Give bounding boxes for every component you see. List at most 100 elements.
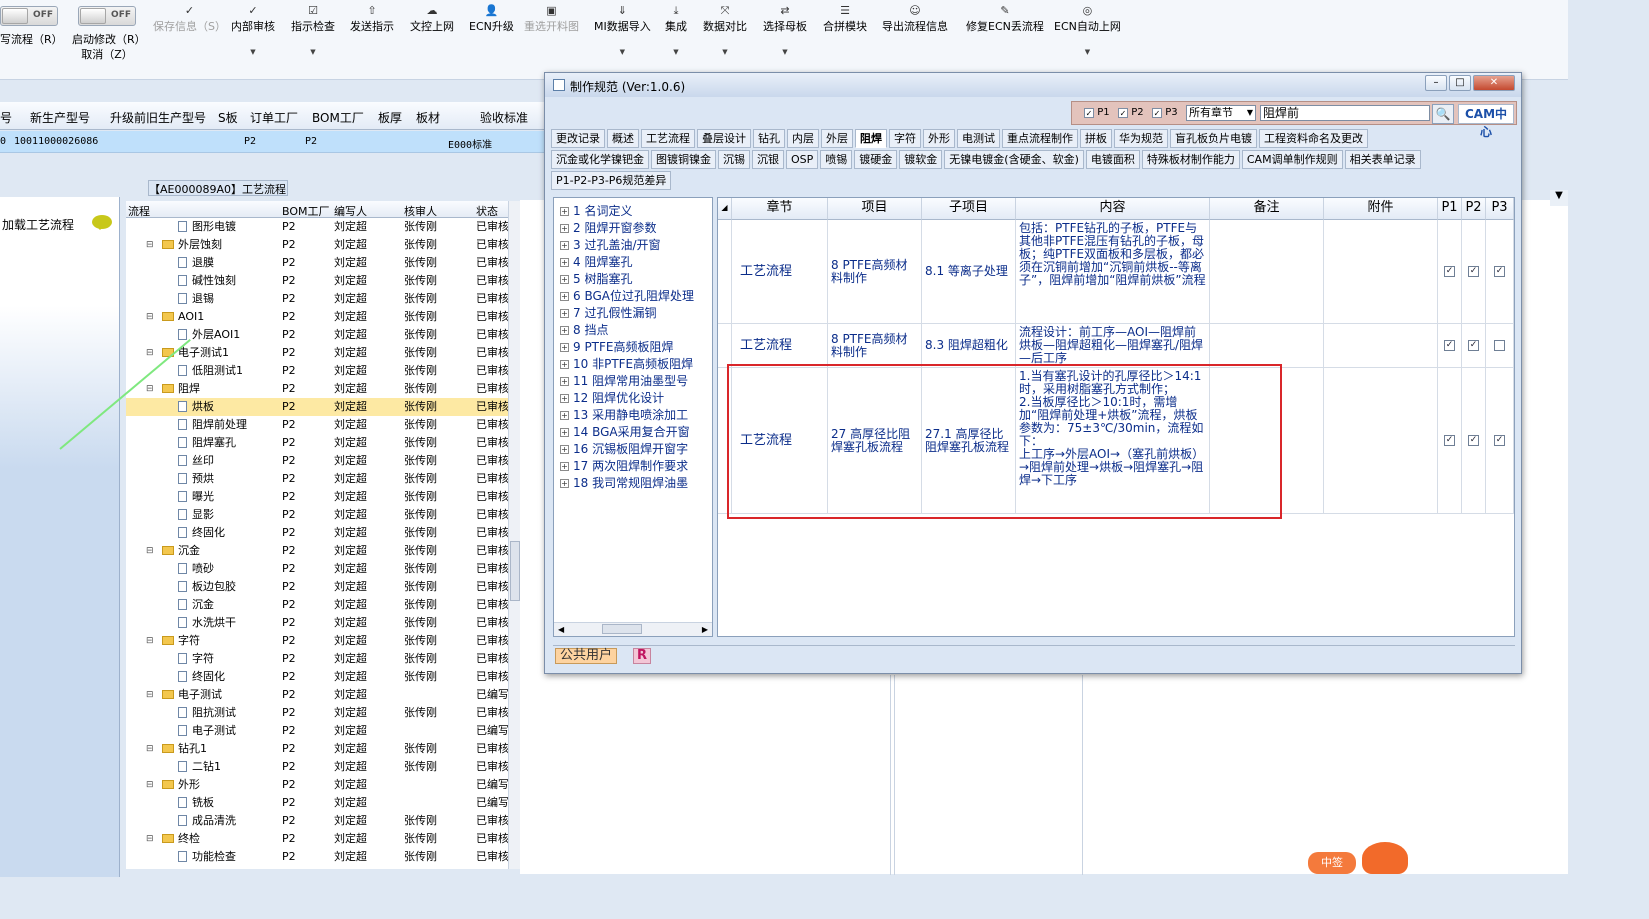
tree-node[interactable]: 丝印 — [178, 452, 214, 470]
tree-node[interactable]: 预烘 — [178, 470, 214, 488]
tree-row[interactable]: 功能检查 P2 刘定超 张传刚 已审核 — [126, 848, 508, 866]
tab-无镍电镀金(含硬金、软金)[interactable]: 无镍电镀金(含硬金、软金) — [944, 150, 1084, 169]
checkbox[interactable]: ✓ — [1444, 435, 1455, 446]
tree-row[interactable]: 水洗烘干 P2 刘定超 张传刚 已审核 — [126, 614, 508, 632]
tree-node[interactable]: 退锡 — [178, 290, 214, 308]
tree-node[interactable]: 板边包胶 — [178, 578, 236, 596]
dropdown-arrow-icon[interactable]: ▼ — [231, 48, 275, 56]
chapter-node[interactable]: +17 两次阻焊制作要求 — [560, 457, 688, 474]
expand-icon[interactable]: + — [560, 207, 569, 216]
toolbar-button-2[interactable]: ☑ 指示检查 ▼ — [291, 4, 335, 56]
col-header[interactable]: 订单工厂 — [250, 109, 298, 126]
expand-icon[interactable]: + — [560, 343, 569, 352]
chapter-node[interactable]: +11 阻焊常用油墨型号 — [560, 372, 688, 389]
tree-node[interactable]: 电子测试 — [178, 722, 236, 740]
tab-喷锡[interactable]: 喷锡 — [820, 150, 853, 169]
toolbar-button-10[interactable]: ⇄ 选择母板 ▼ — [763, 4, 807, 56]
tree-row[interactable]: 预烘 P2 刘定超 张传刚 已审核 — [126, 470, 508, 488]
collapse-icon[interactable]: ⊟ — [146, 308, 154, 326]
tree-row[interactable]: 低阻测试1 P2 刘定超 张传刚 已审核 — [126, 362, 508, 380]
p3-filter[interactable]: ✓ P3 — [1152, 107, 1178, 118]
tree-row[interactable]: 沉金 P2 刘定超 张传刚 已审核 — [126, 596, 508, 614]
table-header[interactable]: 项目 — [828, 198, 922, 220]
checkbox[interactable]: ✓ — [1084, 108, 1094, 118]
tree-row[interactable]: ⊟ 外形 P2 刘定超 已编写 — [126, 776, 508, 794]
checkbox[interactable]: ✓ — [1494, 266, 1505, 277]
table-header[interactable]: P3 — [1486, 198, 1514, 220]
expand-icon[interactable]: + — [560, 428, 569, 437]
tree-row[interactable]: 电子测试 P2 刘定超 已编写 — [126, 722, 508, 740]
tab-特殊板材制作能力[interactable]: 特殊板材制作能力 — [1141, 150, 1240, 169]
tab-钻孔[interactable]: 钻孔 — [753, 129, 785, 148]
chapter-node[interactable]: +4 阻焊塞孔 — [560, 253, 632, 270]
chapter-node[interactable]: +8 挡点 — [560, 321, 608, 338]
checkbox[interactable] — [1494, 340, 1505, 351]
dialog-titlebar[interactable]: 制作规范 (Ver:1.0.6) – □ ✕ — [545, 73, 1521, 97]
tab-工程资料命名及更改[interactable]: 工程资料命名及更改 — [1259, 129, 1368, 148]
col-header[interactable]: 板材 — [416, 109, 440, 126]
tree-node[interactable]: 外层蚀刻 — [162, 236, 222, 254]
tree-row[interactable]: ⊟ 字符 P2 刘定超 张传刚 已审核 — [126, 632, 508, 650]
chapter-node[interactable]: +1 名词定义 — [560, 202, 632, 219]
row-selector[interactable] — [718, 324, 732, 368]
startup-edit-label[interactable]: 启动修改（R） 取消（Z） — [72, 32, 146, 62]
toolbar-button-6[interactable]: ▣ 重选开料图 — [524, 4, 579, 34]
toolbar-button-8[interactable]: ⤓ 集成 ▼ — [665, 4, 687, 56]
tree-node[interactable]: 水洗烘干 — [178, 614, 236, 632]
collapse-icon[interactable]: ⊟ — [146, 740, 154, 758]
chapter-node[interactable]: +12 阻焊优化设计 — [560, 389, 664, 406]
tab-图镀铜镍金[interactable]: 图镀铜镍金 — [651, 150, 716, 169]
table-header[interactable]: 章节 — [732, 198, 828, 220]
dropdown-arrow-icon[interactable]: ▼ — [703, 48, 747, 56]
search-button[interactable]: 🔍 — [1432, 104, 1454, 124]
minimize-button[interactable]: – — [1425, 75, 1447, 91]
table-header[interactable]: 子项目 — [922, 198, 1016, 220]
collapse-icon[interactable]: ⊟ — [146, 776, 154, 794]
tree-node[interactable]: 阻焊塞孔 — [178, 434, 236, 452]
expand-icon[interactable]: + — [560, 292, 569, 301]
table-header[interactable]: P1 — [1438, 198, 1462, 220]
close-button[interactable]: ✕ — [1473, 75, 1515, 91]
order-grid-row[interactable]: 0 10011000026086 P2 P2 E000标准 — [0, 131, 545, 153]
checkbox[interactable]: ✓ — [1468, 435, 1479, 446]
row-selector[interactable] — [718, 220, 732, 324]
toolbar-button-9[interactable]: ⤧ 数据对比 ▼ — [703, 4, 747, 56]
col-header[interactable]: S板 — [218, 109, 238, 126]
scroll-thumb[interactable] — [510, 541, 520, 601]
col-header[interactable]: 核审人 — [404, 203, 437, 219]
expand-icon[interactable]: + — [560, 309, 569, 318]
tab-电测试[interactable]: 电测试 — [957, 129, 1000, 148]
tab-字符[interactable]: 字符 — [889, 129, 921, 148]
tree-node[interactable]: 钻孔1 — [162, 740, 207, 758]
expand-icon[interactable]: + — [560, 445, 569, 454]
tree-node[interactable]: 曝光 — [178, 488, 214, 506]
chapter-node[interactable]: +9 PTFE高频板阻焊 — [560, 338, 674, 355]
collapse-icon[interactable]: ⊟ — [146, 344, 154, 362]
tree-row[interactable]: ⊟ 外层蚀刻 P2 刘定超 张传刚 已审核 — [126, 236, 508, 254]
p2-filter[interactable]: ✓ P2 — [1118, 107, 1144, 118]
tab-OSP[interactable]: OSP — [786, 150, 819, 169]
table-header[interactable]: 内容 — [1016, 198, 1210, 220]
startup-edit-switch[interactable]: OFF — [78, 6, 136, 26]
expand-icon[interactable]: + — [560, 258, 569, 267]
tab-盲孔板负片电镀[interactable]: 盲孔板负片电镀 — [1170, 129, 1257, 148]
col-header[interactable]: 验收标准 — [480, 109, 528, 126]
tab-CAM调单制作规则[interactable]: CAM调单制作规则 — [1241, 150, 1343, 169]
expand-icon[interactable]: + — [560, 224, 569, 233]
expand-icon[interactable]: + — [560, 462, 569, 471]
col-header[interactable]: 板厚 — [378, 109, 402, 126]
table-header[interactable]: 附件 — [1324, 198, 1438, 220]
expand-icon[interactable]: + — [560, 275, 569, 284]
chapter-node[interactable]: +13 采用静电喷涂加工 — [560, 406, 688, 423]
toolbar-button-12[interactable]: ☺ 导出流程信息 — [882, 4, 948, 34]
tree-row[interactable]: ⊟ 阻焊 P2 刘定超 张传刚 已审核 — [126, 380, 508, 398]
chapter-select[interactable]: 所有章节 — [1186, 105, 1256, 121]
tree-node[interactable]: 退膜 — [178, 254, 214, 272]
tab-更改记录[interactable]: 更改记录 — [551, 129, 605, 148]
checkbox[interactable]: ✓ — [1468, 266, 1479, 277]
tree-row[interactable]: ⊟ AOI1 P2 刘定超 张传刚 已审核 — [126, 308, 508, 326]
tab-电镀面积[interactable]: 电镀面积 — [1085, 150, 1140, 169]
col-header[interactable]: BOM工厂 — [282, 203, 330, 219]
tab-工艺流程[interactable]: 工艺流程 — [641, 129, 695, 148]
checkbox[interactable]: ✓ — [1152, 108, 1162, 118]
